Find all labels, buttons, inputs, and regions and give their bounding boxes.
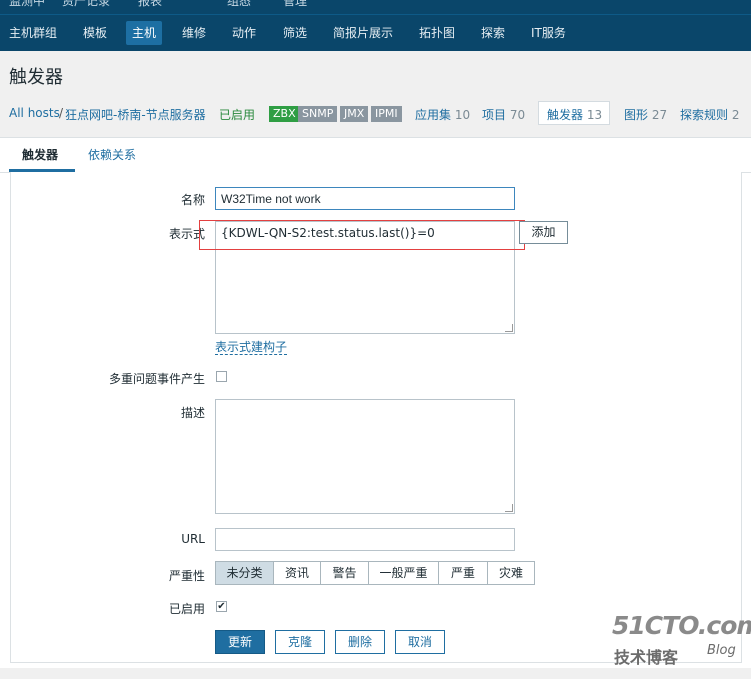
discovery-rules-count: 2 (731, 108, 740, 122)
severity-high[interactable]: 严重 (438, 561, 488, 585)
severity-label: 严重性 (168, 569, 205, 583)
host-status-enabled[interactable]: 已启用 (219, 106, 255, 123)
sub-nav-item-slide-shows[interactable]: 简报片展示 (327, 21, 399, 45)
expression-label: 表示式 (168, 227, 205, 241)
cancel-button[interactable]: 取消 (395, 630, 445, 654)
protocol-badge-jmx: JMX (340, 106, 369, 122)
resize-handle-icon[interactable] (505, 324, 513, 332)
name-input[interactable] (215, 187, 515, 210)
sub-nav-item-discovery[interactable]: 探索 (475, 21, 511, 45)
sub-nav-item-templates[interactable]: 模板 (77, 21, 113, 45)
breadcrumb-applications[interactable]: 应用集 10 (415, 106, 470, 123)
expression-highlight-box (199, 220, 525, 250)
severity-not-classified[interactable]: 未分类 (215, 561, 274, 585)
expression-builder-link[interactable]: 表示式建构子 (215, 340, 288, 355)
applications-count: 10 (454, 108, 471, 122)
update-button[interactable]: 更新 (215, 630, 265, 654)
breadcrumb-all-hosts[interactable]: All hosts (9, 106, 60, 120)
clone-button[interactable]: 克隆 (275, 630, 325, 654)
tab-trigger[interactable]: 触发器 (22, 146, 58, 163)
resize-handle-icon[interactable] (505, 504, 513, 512)
enabled-checkbox[interactable]: ✔ (216, 601, 227, 612)
description-textarea[interactable] (215, 399, 515, 514)
add-expression-button[interactable]: 添加 (519, 221, 568, 244)
sub-nav-item-maps[interactable]: 拓扑图 (413, 21, 461, 45)
breadcrumb-graphs[interactable]: 图形 27 (624, 106, 667, 123)
breadcrumb-items[interactable]: 项目 70 (482, 106, 525, 123)
name-label: 名称 (180, 193, 205, 207)
protocol-badge-ipmi: IPMI (371, 106, 402, 122)
sub-nav-item-maintenance[interactable]: 维修 (176, 21, 212, 45)
enabled-label: 已启用 (168, 602, 205, 616)
top-nav-item-configuration[interactable]: 组态 (227, 0, 251, 9)
top-nav-item-administration[interactable]: 管理 (283, 0, 307, 9)
graphs-count: 27 (651, 108, 668, 122)
tab-dependencies[interactable]: 依赖关系 (88, 146, 136, 163)
items-count: 70 (509, 108, 526, 122)
tab-bar: 触发器 依赖关系 (0, 138, 751, 173)
top-nav-item-inventory[interactable]: 资产记录 (62, 0, 110, 9)
watermark-logo: 51CTO.com (612, 611, 751, 640)
sub-nav-item-hosts[interactable]: 主机 (126, 21, 163, 45)
severity-information[interactable]: 资讯 (273, 561, 321, 585)
breadcrumb-host[interactable]: 狂点网吧-桥南-节点服务器 (65, 106, 206, 123)
top-nav: 监测中 资产记录 报表 组态 管理 (0, 0, 751, 14)
sub-nav: 主机群组 模板 主机 维修 动作 筛选 简报片展示 拓扑图 探索 IT服务 (0, 14, 751, 51)
breadcrumb-triggers[interactable]: 触发器 13 (547, 106, 602, 123)
top-nav-item-monitoring[interactable]: 监测中 (9, 0, 45, 9)
breadcrumb-separator: / (59, 106, 64, 120)
page-title: 触发器 (9, 67, 63, 88)
top-nav-item-reports[interactable]: 报表 (138, 0, 162, 9)
multiple-events-checkbox[interactable] (216, 371, 227, 382)
severity-average[interactable]: 一般严重 (368, 561, 439, 585)
watermark-tagline: 技术博客 (614, 648, 679, 667)
multiple-events-label: 多重问题事件产生 (108, 372, 205, 386)
url-input[interactable] (215, 528, 515, 551)
sub-nav-item-filters[interactable]: 筛选 (277, 21, 313, 45)
delete-button[interactable]: 删除 (335, 630, 385, 654)
protocol-badge-zbx: ZBX (269, 106, 300, 122)
watermark-blog: Blog (707, 643, 736, 658)
sub-nav-item-it-services[interactable]: IT服务 (525, 21, 572, 45)
protocol-badge-snmp: SNMP (298, 106, 338, 122)
sub-nav-item-actions[interactable]: 动作 (226, 21, 262, 45)
breadcrumb-discovery-rules[interactable]: 探索规则 2 (680, 106, 739, 123)
severity-disaster[interactable]: 灾难 (487, 561, 535, 585)
checkmark-icon: ✔ (217, 601, 226, 612)
watermark: 51CTO.com 技术博客 Blog (612, 611, 751, 667)
sub-nav-item-host-groups[interactable]: 主机群组 (3, 21, 63, 45)
severity-warning[interactable]: 警告 (320, 561, 369, 585)
url-label: URL (181, 532, 205, 546)
triggers-count: 13 (586, 108, 603, 122)
description-label: 描述 (180, 406, 205, 420)
